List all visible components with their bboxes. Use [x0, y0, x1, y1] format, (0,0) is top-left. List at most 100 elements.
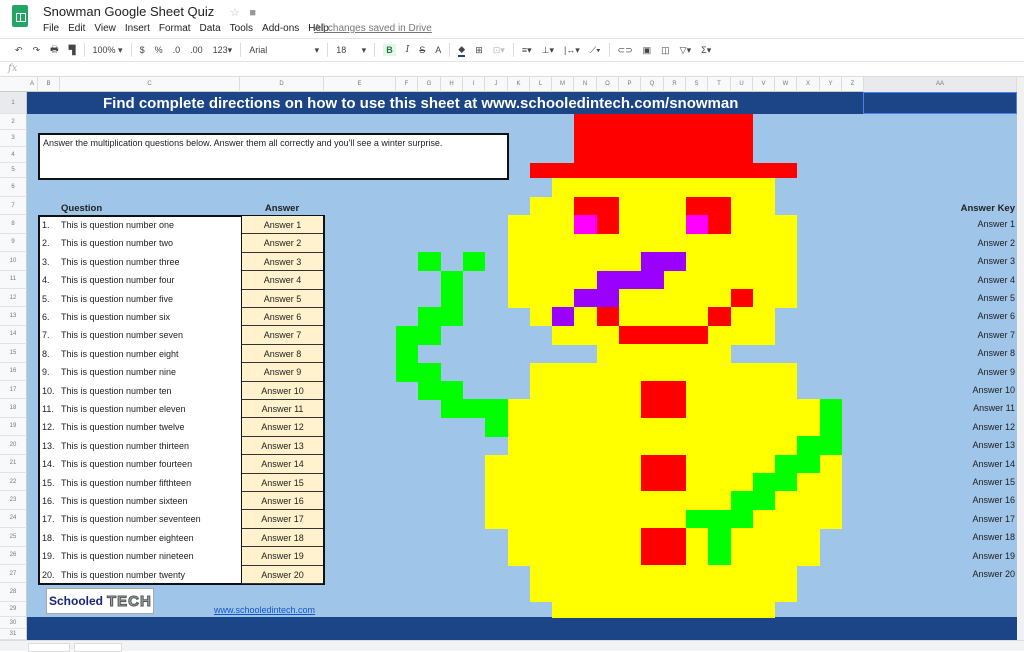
save-status-link[interactable]: All changes saved in Drive: [314, 23, 432, 34]
row-header-26[interactable]: 26: [0, 546, 27, 565]
text-rotate-icon[interactable]: ⟋▾: [590, 45, 601, 56]
answer-input-cell[interactable]: Answer 20: [241, 565, 323, 584]
print-icon[interactable]: 🖶: [50, 42, 59, 58]
redo-icon[interactable]: ↷: [33, 45, 41, 56]
column-header-e[interactable]: E: [324, 77, 396, 92]
answer-input-cell[interactable]: Answer 7: [241, 326, 323, 345]
answer-input-cell[interactable]: Answer 8: [241, 344, 323, 364]
undo-icon[interactable]: ↶: [15, 45, 23, 56]
row-header-4[interactable]: 4: [0, 147, 27, 163]
menu-view[interactable]: View: [94, 23, 116, 34]
horizontal-align-icon[interactable]: ≡▾: [522, 45, 532, 56]
answer-input-cell[interactable]: Answer 12: [241, 418, 323, 437]
row-header-7[interactable]: 7: [0, 197, 27, 216]
column-header-c[interactable]: C: [60, 77, 240, 92]
row-header-5[interactable]: 5: [0, 163, 27, 178]
row-header-10[interactable]: 10: [0, 252, 27, 271]
strikethrough-button[interactable]: S: [419, 45, 425, 55]
answer-input-cell[interactable]: Answer 4: [241, 271, 323, 290]
row-header-2[interactable]: 2: [0, 114, 27, 130]
row-header-6[interactable]: 6: [0, 178, 27, 197]
column-header-i[interactable]: I: [463, 77, 485, 92]
selected-cell[interactable]: [863, 92, 1017, 114]
column-header-t[interactable]: T: [708, 77, 731, 92]
row-header-30[interactable]: 30: [0, 617, 27, 629]
answer-input-cell[interactable]: Answer 17: [241, 510, 323, 529]
answer-input-cell[interactable]: Answer 15: [241, 473, 323, 492]
banner-link[interactable]: www.schooledintech.com/snowman: [481, 95, 738, 112]
column-header-u[interactable]: U: [731, 77, 753, 92]
row-header-12[interactable]: 12: [0, 289, 27, 308]
row-header-1[interactable]: 1: [0, 92, 27, 114]
column-header-z[interactable]: Z: [842, 77, 864, 92]
insert-chart-icon[interactable]: ◫: [661, 45, 670, 56]
answer-input-cell[interactable]: Answer 1: [241, 216, 323, 235]
menu-edit[interactable]: Edit: [68, 23, 85, 34]
answer-input-cell[interactable]: Answer 16: [241, 492, 323, 511]
answer-input-cell[interactable]: Answer 19: [241, 547, 323, 566]
menu-tools[interactable]: Tools: [230, 23, 253, 34]
font-select[interactable]: Arial ▾: [249, 45, 319, 56]
column-header-s[interactable]: S: [686, 77, 708, 92]
vertical-scrollbar[interactable]: [1017, 77, 1024, 640]
row-header-14[interactable]: 14: [0, 325, 27, 345]
percent-button[interactable]: %: [155, 45, 163, 55]
answer-input-cell[interactable]: Answer 9: [241, 363, 323, 382]
column-header-a[interactable]: A: [27, 77, 38, 92]
answer-input-cell[interactable]: Answer 3: [241, 252, 323, 272]
column-header-y[interactable]: Y: [820, 77, 842, 92]
zoom-select[interactable]: 100% ▾: [93, 45, 123, 56]
row-header-11[interactable]: 11: [0, 270, 27, 289]
row-header-27[interactable]: 27: [0, 565, 27, 584]
row-header-13[interactable]: 13: [0, 307, 27, 326]
answer-input-cell[interactable]: Answer 10: [241, 381, 323, 400]
column-header-r[interactable]: R: [664, 77, 686, 92]
column-header-b[interactable]: B: [38, 77, 60, 92]
folder-icon[interactable]: ■: [249, 7, 256, 19]
row-header-18[interactable]: 18: [0, 399, 27, 418]
merge-cells-icon[interactable]: ⊡▾: [493, 45, 505, 56]
row-header-23[interactable]: 23: [0, 491, 27, 510]
more-formats-button[interactable]: 123▾: [213, 45, 233, 56]
answer-input-cell[interactable]: Answer 14: [241, 455, 323, 474]
column-header-d[interactable]: D: [240, 77, 324, 92]
functions-button[interactable]: Σ▾: [701, 45, 711, 56]
footer-link[interactable]: www.schooledintech.com: [214, 605, 315, 615]
row-header-29[interactable]: 29: [0, 601, 27, 617]
menu-data[interactable]: Data: [200, 23, 221, 34]
answer-input-cell[interactable]: Answer 2: [241, 234, 323, 253]
menu-format[interactable]: Format: [159, 23, 191, 34]
insert-comment-icon[interactable]: ▣: [643, 45, 652, 56]
answer-input-cell[interactable]: Answer 13: [241, 436, 323, 456]
sheets-logo-icon[interactable]: [12, 5, 28, 27]
column-header-n[interactable]: N: [574, 77, 597, 92]
text-color-button[interactable]: A: [435, 45, 441, 55]
row-header-3[interactable]: 3: [0, 130, 27, 147]
menu-addons[interactable]: Add-ons: [262, 23, 299, 34]
column-header-v[interactable]: V: [753, 77, 775, 92]
column-header-m[interactable]: M: [552, 77, 574, 92]
row-header-17[interactable]: 17: [0, 381, 27, 400]
answer-input-cell[interactable]: Answer 6: [241, 308, 323, 327]
document-title[interactable]: Snowman Google Sheet Quiz ☆ ■: [43, 4, 256, 19]
column-header-l[interactable]: L: [530, 77, 552, 92]
column-header-k[interactable]: K: [508, 77, 530, 92]
menu-insert[interactable]: Insert: [125, 23, 150, 34]
fill-color-icon[interactable]: ◆: [458, 44, 466, 57]
row-header-9[interactable]: 9: [0, 233, 27, 253]
decrease-decimal-button[interactable]: .0: [173, 45, 181, 55]
link-icon[interactable]: ⊂⊃: [618, 45, 633, 56]
row-header-31[interactable]: 31: [0, 629, 27, 640]
column-header-x[interactable]: X: [797, 77, 820, 92]
column-header-p[interactable]: P: [619, 77, 641, 92]
borders-icon[interactable]: ⊞: [475, 45, 483, 56]
currency-button[interactable]: $: [140, 45, 145, 55]
column-header-f[interactable]: F: [396, 77, 418, 92]
star-icon[interactable]: ☆: [230, 7, 240, 19]
row-header-8[interactable]: 8: [0, 215, 27, 234]
row-header-19[interactable]: 19: [0, 417, 27, 437]
column-header-j[interactable]: J: [485, 77, 508, 92]
vertical-align-icon[interactable]: ⊥▾: [542, 45, 554, 56]
formula-bar[interactable]: fx: [0, 62, 1024, 77]
row-header-20[interactable]: 20: [0, 436, 27, 455]
